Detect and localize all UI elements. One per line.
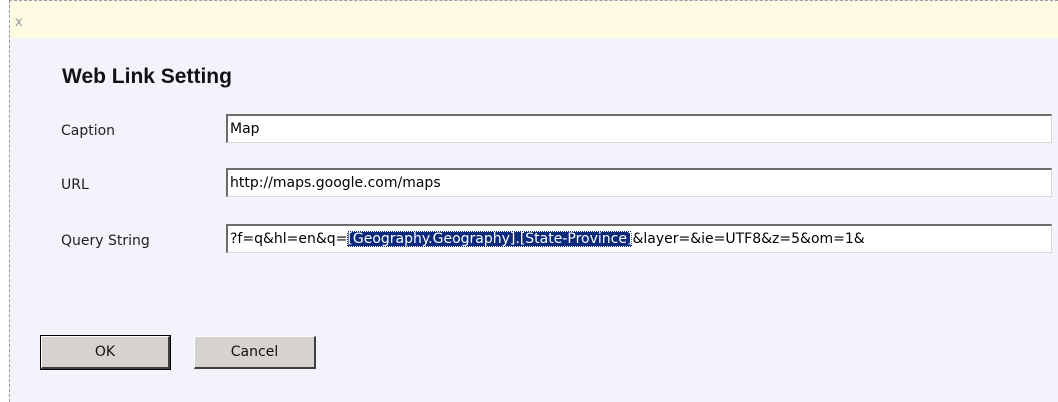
query-string-input[interactable]: ?f=q&hl=en&q=[Geography.Geography].[Stat… [226,224,1052,253]
dialog-title: Web Link Setting [62,65,232,88]
dialog-titlebar: x [10,1,1058,38]
ok-button[interactable]: OK [40,335,171,370]
url-input-value: http://maps.google.com/maps [230,175,441,191]
web-link-setting-dialog: x Web Link Setting Caption Map URL http:… [9,0,1058,402]
query-string-label: Query String [61,233,150,249]
close-icon[interactable]: x [15,16,23,30]
query-string-suffix: &layer=&ie=UTF8&z=5&om=1& [632,231,865,247]
cancel-button[interactable]: Cancel [194,336,316,369]
url-label: URL [61,177,89,193]
caption-input-value: Map [230,121,260,137]
caption-input[interactable]: Map [226,114,1052,143]
caption-label: Caption [61,123,116,139]
query-string-prefix: ?f=q&hl=en&q= [230,231,348,247]
url-input[interactable]: http://maps.google.com/maps [226,168,1052,197]
query-string-selected-text: [Geography.Geography].[State-Province] [347,231,633,247]
